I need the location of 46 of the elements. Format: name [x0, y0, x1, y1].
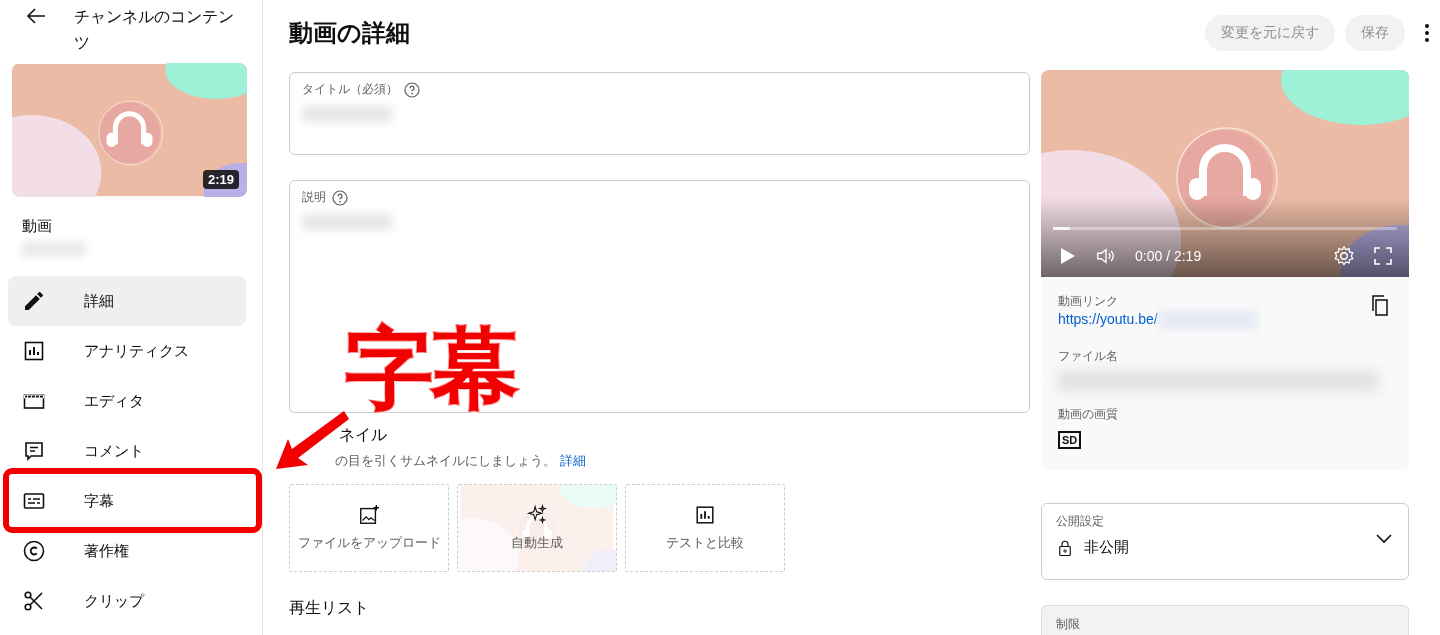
section-heading: 再生リスト — [289, 598, 370, 618]
copyright-icon — [22, 539, 46, 563]
pencil-icon — [22, 289, 46, 313]
help-icon[interactable] — [332, 189, 348, 206]
help-icon[interactable] — [404, 81, 420, 98]
sidebar-item[interactable]: 著作権 — [8, 526, 246, 576]
sidebar-item[interactable]: コメント — [8, 426, 246, 476]
visibility-dropdown[interactable]: 公開設定 非公開 — [1041, 503, 1409, 580]
field-label: 説明 — [302, 189, 326, 206]
sidebar-item[interactable]: クリップ — [8, 576, 246, 626]
sidebar-item[interactable]: アナリティクス — [8, 326, 246, 376]
bar-chart-icon — [22, 339, 46, 363]
image-add-icon — [358, 504, 380, 526]
field-label: 動画の画質 — [1058, 406, 1119, 423]
sidebar-item[interactable]: エディタ — [8, 376, 246, 426]
sparkles-icon — [526, 504, 548, 526]
section-heading: ネイル — [339, 425, 388, 445]
field-label: 制限 — [1056, 617, 1080, 631]
field-label: 公開設定 — [1056, 513, 1105, 530]
text-field[interactable]: タイトル（必須） — [289, 72, 1030, 155]
section-label: 動画 — [22, 217, 53, 236]
sidebar-item[interactable]: 字幕 — [8, 476, 246, 526]
restrictions-field[interactable]: 制限 — [1041, 605, 1409, 635]
volume-icon[interactable] — [1095, 245, 1117, 267]
settings-icon[interactable] — [1333, 245, 1355, 267]
video-link[interactable]: https://youtu.be/ — [1058, 311, 1158, 328]
field-label: タイトル（必須） — [302, 81, 398, 98]
thumbnail-option[interactable]: テストと比較 — [625, 484, 785, 572]
comment-icon — [22, 439, 46, 463]
quality-badge: SD — [1058, 431, 1082, 449]
page-title: チャンネルのコンテンツ — [74, 7, 235, 53]
page-heading: 動画の詳細 — [289, 18, 411, 48]
thumbnail-option[interactable]: 自動生成 — [457, 484, 617, 572]
thumbnail-option[interactable]: ファイルをアップロード — [289, 484, 449, 572]
duration-badge: 2:19 — [202, 170, 239, 189]
visibility-value: 非公開 — [1084, 538, 1129, 557]
field-label: 動画リンク — [1058, 293, 1119, 310]
bar-chart-icon — [694, 504, 716, 526]
time-display: 0:00 / 2:19 — [1135, 248, 1202, 264]
sidebar-item[interactable]: 詳細 — [8, 276, 246, 326]
scissors-icon — [22, 589, 46, 613]
lock-icon — [1056, 538, 1074, 557]
hint-text: の目を引くサムネイルにしましょう。 詳細 — [335, 452, 587, 470]
learn-more-link[interactable]: 詳細 — [559, 453, 586, 468]
field-label: ファイル名 — [1058, 348, 1119, 365]
fullscreen-icon[interactable] — [1373, 246, 1393, 266]
